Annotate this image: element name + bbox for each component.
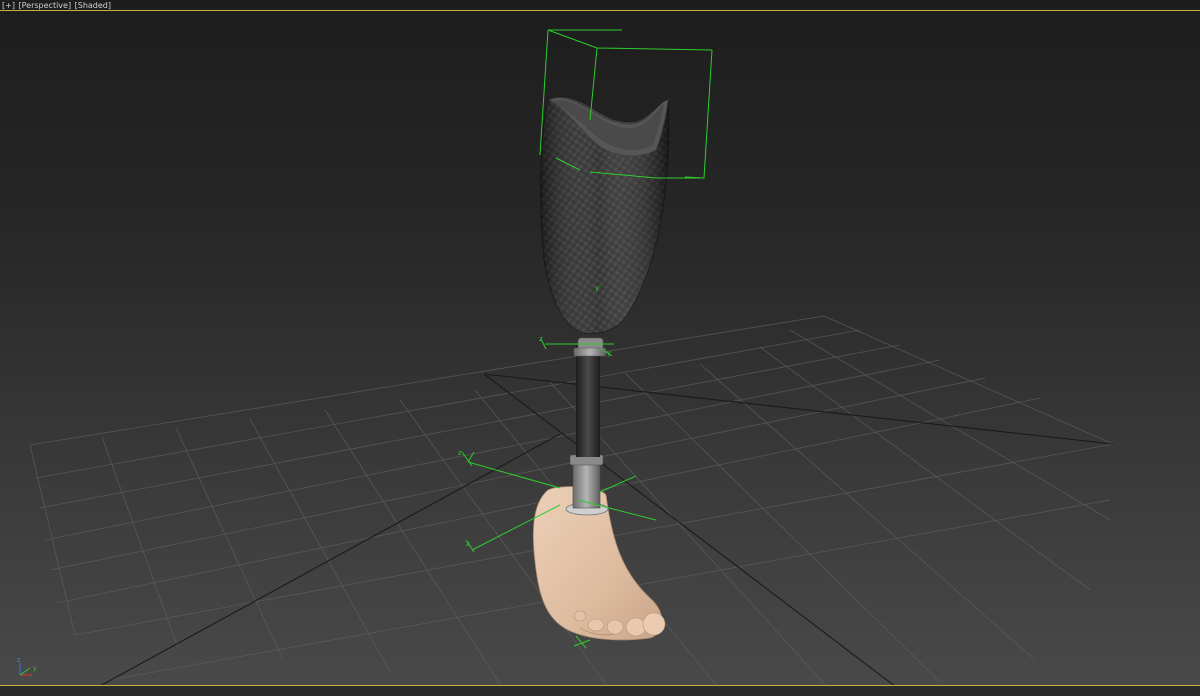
pylon-gizmo-z-label: z [539,335,543,343]
prosthetic-foot[interactable] [532,486,666,641]
viewport-label-menu: [+] [Perspective] [Shaded] [2,0,111,12]
viewport-bottom-strip [0,686,1200,696]
pylon-tube[interactable] [569,337,607,509]
tripod-z-label: z [17,657,20,664]
socket-gizmo-y-label: y [595,284,599,292]
perspective-viewport[interactable]: y z y z z z y [+] [Perspective] [Shaded] [0,0,1200,696]
point-of-view-menu[interactable]: [Perspective] [19,1,72,10]
pylon-gizmo-y-label: y [607,349,611,357]
shading-menu[interactable]: [Shaded] [75,1,111,10]
toe-gizmo-z-label: z [466,540,470,548]
viewport-scene[interactable]: y z y z z z y [0,0,1200,696]
tripod-y-label: y [33,665,37,672]
general-viewport-menu[interactable]: [+] [2,1,15,10]
foot-gizmo-z-label: z [458,449,462,457]
axis-tripod: z y [17,657,37,676]
prosthetic-socket[interactable] [540,96,670,334]
